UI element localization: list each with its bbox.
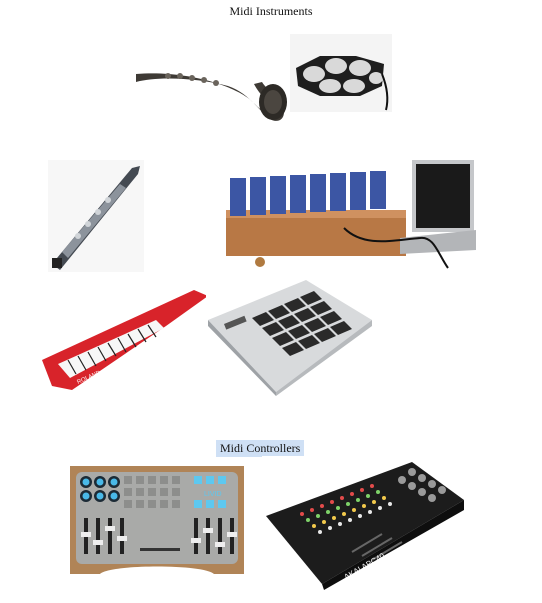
xylophone-laptop-photo	[224, 158, 476, 270]
keytar-photo: ROLAND	[38, 286, 210, 394]
heading-midi-controllers: Midi Controllers	[216, 440, 305, 457]
drum-pads-photo	[290, 34, 392, 112]
saxophone-photo	[128, 52, 288, 134]
svg-text:LIVID: LIVID	[204, 491, 222, 498]
livid-controller-photo: LIVID	[64, 460, 250, 580]
apc40-photo: AKAI APC40	[262, 456, 468, 590]
wind-controller-photo	[48, 160, 144, 272]
pad-controller-photo	[206, 274, 374, 396]
heading-midi-instruments: Midi Instruments	[229, 4, 313, 18]
